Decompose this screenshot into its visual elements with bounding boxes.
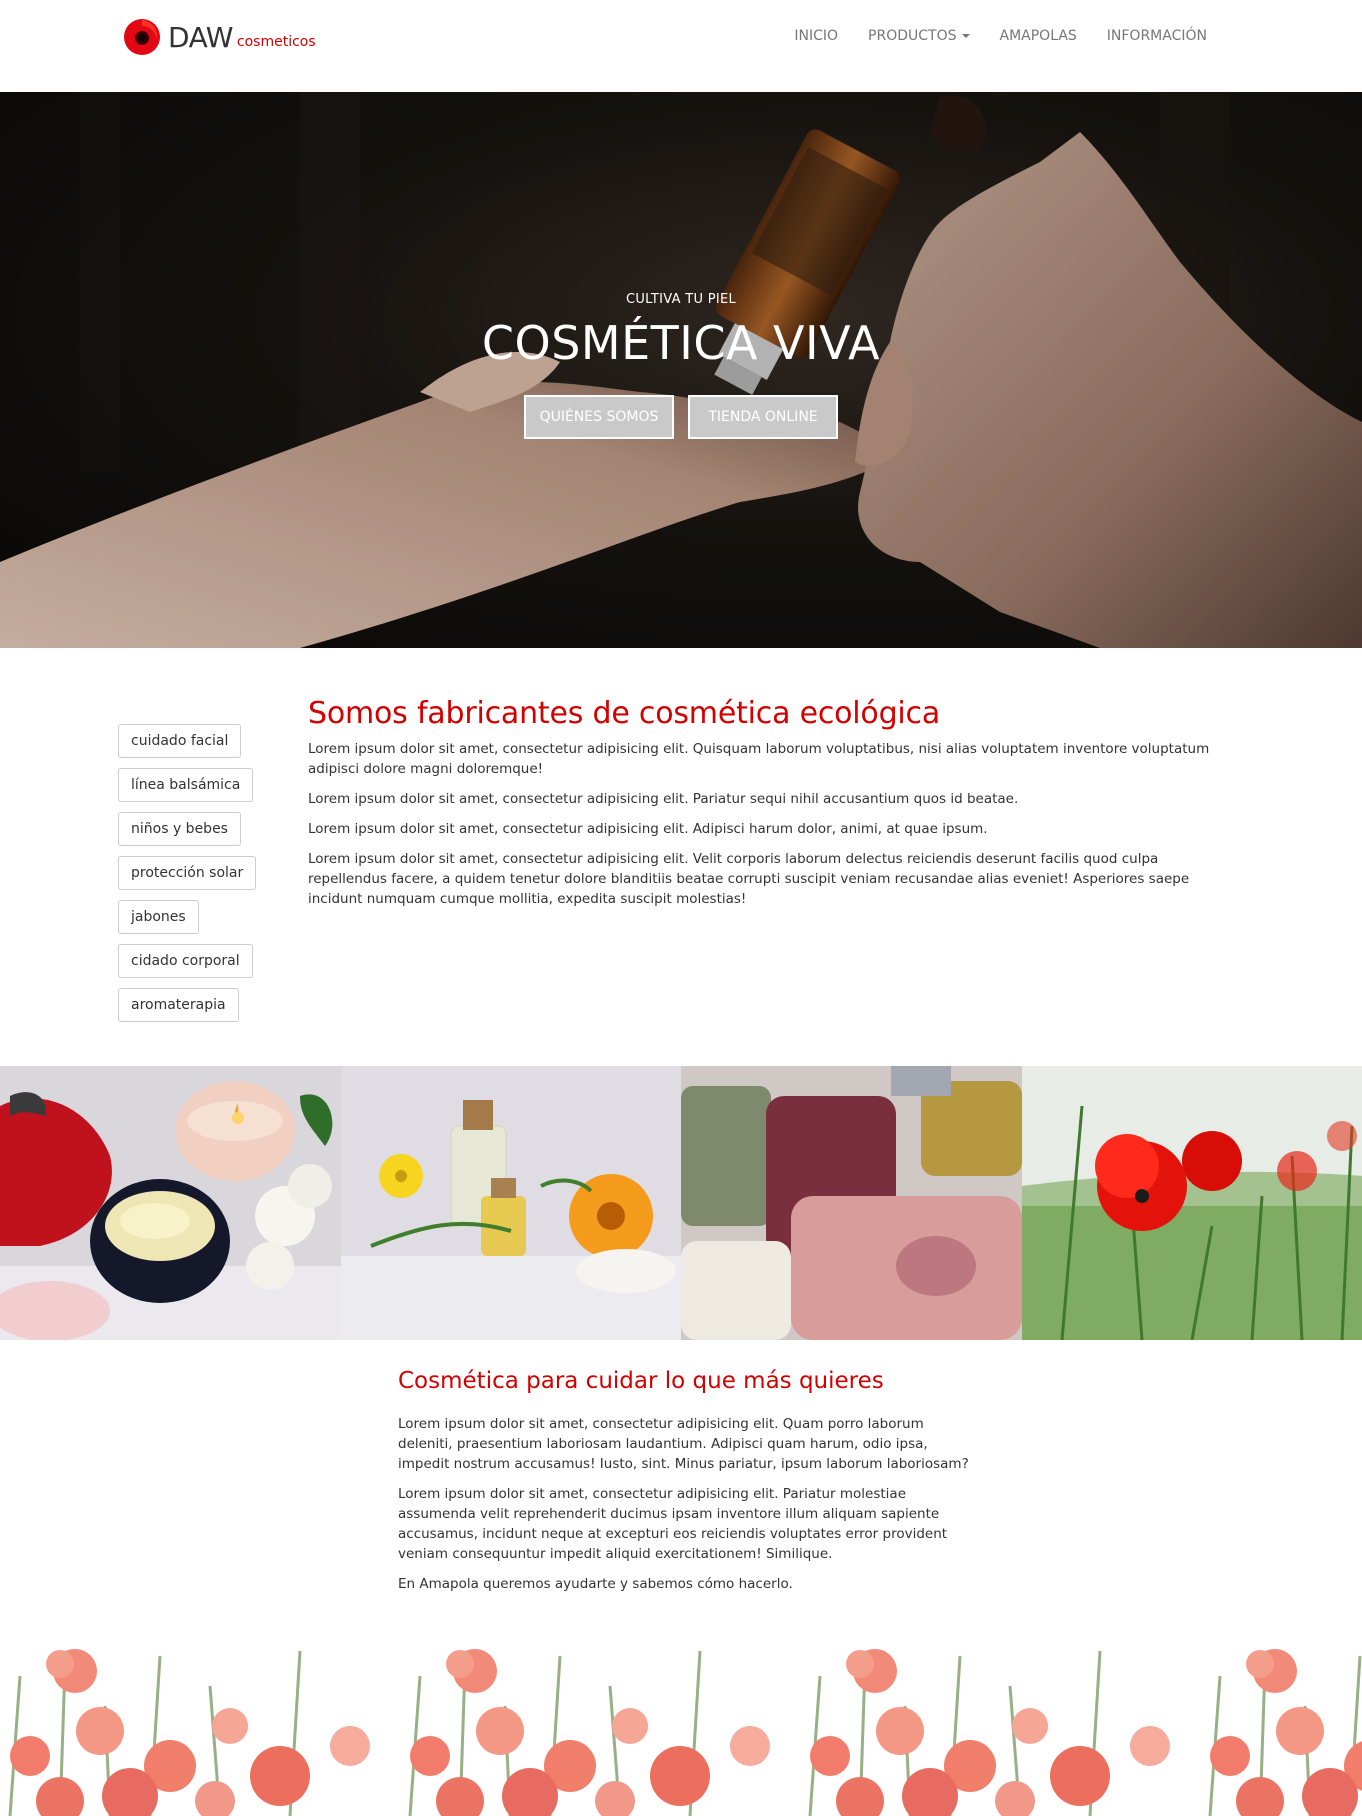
brand-subtitle: cosmeticos [236, 34, 316, 50]
nav-item-informacion[interactable]: INFORMACIÓN [1092, 24, 1222, 48]
category-proteccion-solar[interactable]: protección solar [118, 856, 257, 890]
hero-buttons: QUIÉNES SOMOS TIENDA ONLINE [0, 395, 1362, 439]
hero-kicker: CULTIVA TU PIEL [625, 292, 737, 307]
nav-label: INFORMACIÓN [1106, 28, 1207, 44]
navbar: DAW cosmeticos INICIO PRODUCTOS AMAPOLAS… [0, 0, 1362, 92]
care-paragraph: En Amapola queremos ayudarte y sabemos c… [398, 1576, 793, 1592]
nav-label: AMAPOLAS [999, 28, 1077, 44]
nav-label: PRODUCTOS [868, 28, 957, 44]
category-cuidado-facial[interactable]: cuidado facial [118, 724, 242, 758]
brand-logo[interactable]: DAW cosmeticos [122, 16, 316, 58]
category-sidebar: cuidado facial línea balsámica niños y b… [118, 724, 257, 1022]
care-paragraph: Lorem ipsum dolor sit amet, consectetur … [398, 1416, 969, 1472]
care-paragraph: Lorem ipsum dolor sit amet, consectetur … [398, 1486, 948, 1562]
quienes-somos-button[interactable]: QUIÉNES SOMOS [524, 395, 674, 439]
nav-item-productos[interactable]: PRODUCTOS [853, 24, 984, 48]
nav-item-inicio[interactable]: INICIO [779, 24, 853, 48]
calendula-oil-image [340, 1066, 681, 1340]
brand-name: DAW [168, 20, 233, 54]
poppy-footer-image [0, 1636, 1362, 1816]
care-section: Cosmética para cuidar lo que más quieres… [398, 1368, 980, 1604]
cream-jar-candle-image [0, 1066, 341, 1340]
category-linea-balsamica[interactable]: línea balsámica [118, 768, 254, 802]
hero-banner: CULTIVA TU PIEL COSMÉTICA VIVA QUIÉNES S… [0, 92, 1362, 648]
intro-section: Somos fabricantes de cosmética ecológica… [308, 696, 1230, 919]
soap-bars-image [681, 1066, 1022, 1340]
category-ninos-bebes[interactable]: niños y bebes [118, 812, 241, 846]
red-poppies-image [1021, 1066, 1362, 1340]
hero-title: COSMÉTICA VIVA [481, 316, 881, 370]
intro-paragraph: Lorem ipsum dolor sit amet, consectetur … [308, 741, 1210, 777]
image-gallery [0, 1066, 1362, 1340]
intro-paragraph: Lorem ipsum dolor sit amet, consectetur … [308, 821, 988, 837]
hero-overlay [0, 92, 1362, 648]
care-title: Cosmética para cuidar lo que más quieres [398, 1368, 884, 1394]
intro-paragraph: Lorem ipsum dolor sit amet, consectetur … [308, 851, 1190, 907]
intro-title: Somos fabricantes de cosmética ecológica [308, 696, 941, 731]
intro-paragraph: Lorem ipsum dolor sit amet, consectetur … [308, 791, 1019, 807]
category-jabones[interactable]: jabones [118, 900, 199, 934]
nav-item-amapolas[interactable]: AMAPOLAS [985, 24, 1092, 48]
poppy-logo-icon [122, 17, 162, 57]
nav-label: INICIO [794, 28, 839, 44]
category-cuidado-corporal[interactable]: cidado corporal [118, 944, 253, 978]
tienda-online-button[interactable]: TIENDA ONLINE [688, 395, 838, 439]
category-aromaterapia[interactable]: aromaterapia [118, 988, 239, 1022]
main-nav: INICIO PRODUCTOS AMAPOLAS INFORMACIÓN [779, 24, 1222, 48]
caret-down-icon [961, 34, 970, 38]
